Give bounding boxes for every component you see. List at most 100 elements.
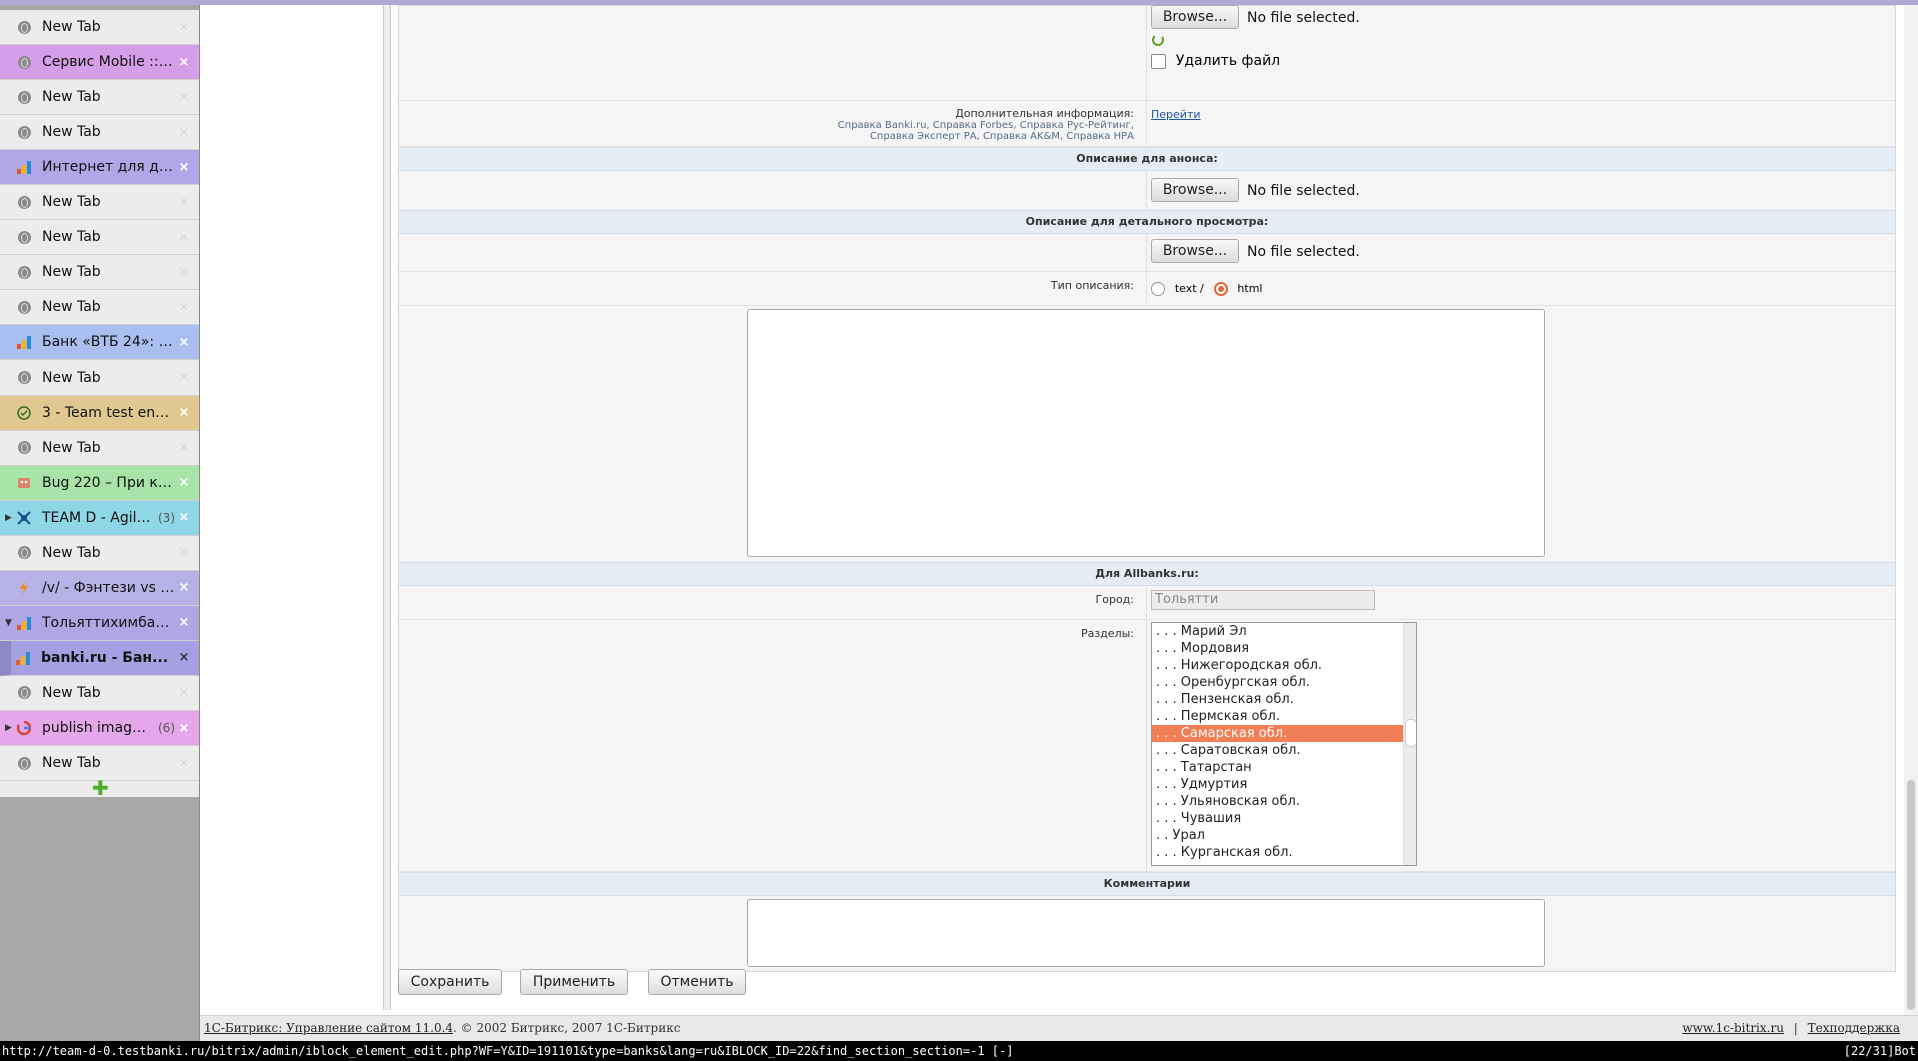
tab-label: 3 - Team test envir... <box>42 404 175 421</box>
browser-tab[interactable]: ▼ Тольяттихимбан... × <box>0 605 199 641</box>
close-tab-icon[interactable]: × <box>175 300 193 315</box>
browser-tab[interactable]: Интернет для до... × <box>0 150 199 186</box>
section-option[interactable]: . . . Чувашия <box>1152 810 1406 827</box>
section-option[interactable]: . . . Нижегородская обл. <box>1152 657 1406 674</box>
city-input[interactable]: Тольятти <box>1151 590 1375 610</box>
browser-tab[interactable]: New Tab × <box>0 290 199 326</box>
bugzilla-icon <box>16 475 32 491</box>
close-tab-icon[interactable]: × <box>175 20 193 35</box>
delete-file-label: Удалить файл <box>1175 53 1281 69</box>
type-html-radio[interactable] <box>1213 281 1228 296</box>
type-text-radio[interactable] <box>1151 281 1165 296</box>
tab-list: New Tab × Сервис Mobile :: П... × New Tab × Ne… <box>0 10 199 798</box>
browser-tab[interactable]: New Tab × <box>0 255 199 291</box>
status-url: http://team-d-0.testbanki.ru/bitrix/admi… <box>2 1044 1014 1058</box>
tab-count: (3) <box>158 510 175 525</box>
section-option[interactable]: . . . Татарстан <box>1152 759 1406 776</box>
tab-label: New Tab <box>42 264 101 281</box>
close-tab-icon[interactable]: × <box>175 475 193 490</box>
close-tab-icon[interactable]: × <box>175 405 193 420</box>
sections-listbox[interactable]: . . . Марий Эл. . . Мордовия. . . Нижего… <box>1151 622 1417 866</box>
browser-tab[interactable]: ▶ publish image - ... (6)× <box>0 711 199 746</box>
detail-file-row: Browse... No file selected. <box>399 233 1895 272</box>
globe-icon <box>16 194 32 210</box>
product-link[interactable]: 1С-Битрикс: Управление сайтом 11.0.4 <box>204 1021 453 1035</box>
section-option[interactable]: . . . Саратовская обл. <box>1152 742 1406 759</box>
close-tab-icon[interactable]: × <box>175 615 193 630</box>
browser-tab[interactable]: New Tab × <box>0 536 199 571</box>
detail-text-editor[interactable] <box>747 309 1545 557</box>
left-column-separator <box>383 5 391 1010</box>
browser-tab[interactable]: /v/ - Фэнтези vs НФ × <box>0 570 199 606</box>
section-option[interactable]: . . . Пермская обл. <box>1152 708 1406 725</box>
close-tab-icon[interactable]: × <box>175 335 193 350</box>
close-tab-icon[interactable]: × <box>175 510 193 525</box>
apply-button[interactable]: Применить <box>520 969 628 995</box>
site-link[interactable]: www.1c-bitrix.ru <box>1682 1021 1784 1035</box>
listbox-scrollbar[interactable] <box>1403 623 1416 865</box>
expand-twisty-icon[interactable]: ▶ <box>5 513 12 523</box>
listbox-scroll-thumb[interactable] <box>1405 719 1416 747</box>
close-tab-icon[interactable]: × <box>175 685 193 700</box>
tab-sidebar: New Tab × Сервис Mobile :: П... × New Tab × Ne… <box>0 5 200 1041</box>
close-tab-icon[interactable]: × <box>175 195 193 210</box>
section-option[interactable]: . . . Самарская обл. <box>1152 725 1406 742</box>
close-tab-icon[interactable]: × <box>175 160 193 175</box>
detail-browse-button[interactable]: Browse... <box>1151 239 1239 263</box>
page-scroll-thumb[interactable] <box>1907 780 1915 1010</box>
section-option[interactable]: . . . Курганская обл. <box>1152 844 1406 861</box>
expand-twisty-icon[interactable]: ▼ <box>5 618 12 628</box>
browser-tab[interactable]: New Tab × <box>0 676 199 711</box>
section-option[interactable]: . . . Удмуртия <box>1152 776 1406 793</box>
sections-label: Разделы: <box>1080 627 1134 640</box>
close-tab-icon[interactable]: × <box>175 650 193 665</box>
tab-count: (6) <box>158 721 175 735</box>
extra-info-sub1: Справка Banki.ru, Справка Forbes, Справк… <box>837 120 1134 131</box>
tab-label: New Tab <box>42 439 101 456</box>
close-tab-icon[interactable]: × <box>175 545 193 560</box>
browser-tab[interactable]: New Tab × <box>0 80 199 116</box>
section-option[interactable]: . . . Ульяновская обл. <box>1152 793 1406 810</box>
section-option[interactable]: . . Урал <box>1152 827 1406 844</box>
support-link[interactable]: Техподдержка <box>1808 1021 1900 1035</box>
browser-tab[interactable]: New Tab × <box>0 431 199 466</box>
close-tab-icon[interactable]: × <box>175 370 193 385</box>
browser-tab[interactable]: Сервис Mobile :: П... × <box>0 45 199 81</box>
section-option[interactable]: . . . Марий Эл <box>1152 623 1406 640</box>
close-tab-icon[interactable]: × <box>175 440 193 455</box>
browser-tab[interactable]: New Tab × <box>0 10 199 45</box>
section-option[interactable]: . . . Мордовия <box>1152 640 1406 657</box>
browser-tab[interactable]: Bug 220 – При коп... × <box>0 465 199 501</box>
close-tab-icon[interactable]: × <box>175 721 193 736</box>
add-tab-icon[interactable]: ✚ <box>92 778 109 798</box>
browser-tab[interactable]: New Tab × <box>0 220 199 256</box>
close-tab-icon[interactable]: × <box>175 756 193 771</box>
browser-tab[interactable]: New Tab × <box>0 361 199 396</box>
browser-tab[interactable]: New Tab × <box>0 115 199 151</box>
browse-button[interactable]: Browse... <box>1151 5 1239 29</box>
save-button[interactable]: Сохранить <box>398 969 502 995</box>
close-tab-icon[interactable]: × <box>175 55 193 70</box>
browser-tab[interactable]: banki.ru - Бан... × <box>0 640 199 676</box>
close-tab-icon[interactable]: × <box>175 90 193 105</box>
close-tab-icon[interactable]: × <box>175 230 193 245</box>
tab-label: Тольяттихимбан... <box>42 614 175 631</box>
page-scrollbar[interactable] <box>1904 5 1918 1041</box>
section-option[interactable]: . . . Оренбургская обл. <box>1152 674 1406 691</box>
goto-link[interactable]: Перейти <box>1151 108 1201 121</box>
comments-textarea[interactable] <box>747 899 1545 967</box>
browser-tab[interactable]: ▶ TEAM D - Agile ... (3) × <box>0 500 199 536</box>
close-tab-icon[interactable]: × <box>175 125 193 140</box>
close-tab-icon[interactable]: × <box>175 580 193 595</box>
preview-browse-button[interactable]: Browse... <box>1151 178 1239 202</box>
browser-tab[interactable]: Банк «ВТБ 24»: ре... × <box>0 325 199 361</box>
column-divider <box>1146 6 1147 100</box>
browser-tab[interactable]: New Tab × <box>0 185 199 221</box>
close-tab-icon[interactable]: × <box>175 265 193 280</box>
browser-tab[interactable]: 3 - Team test envir... × <box>0 395 199 431</box>
expand-twisty-icon[interactable]: ▶ <box>5 723 12 733</box>
copyright-text: . © 2002 Битрикс, 2007 1С-Битрикс <box>453 1021 681 1035</box>
delete-file-checkbox[interactable] <box>1151 53 1166 69</box>
section-option[interactable]: . . . Пензенская обл. <box>1152 691 1406 708</box>
cancel-button[interactable]: Отменить <box>648 969 746 995</box>
